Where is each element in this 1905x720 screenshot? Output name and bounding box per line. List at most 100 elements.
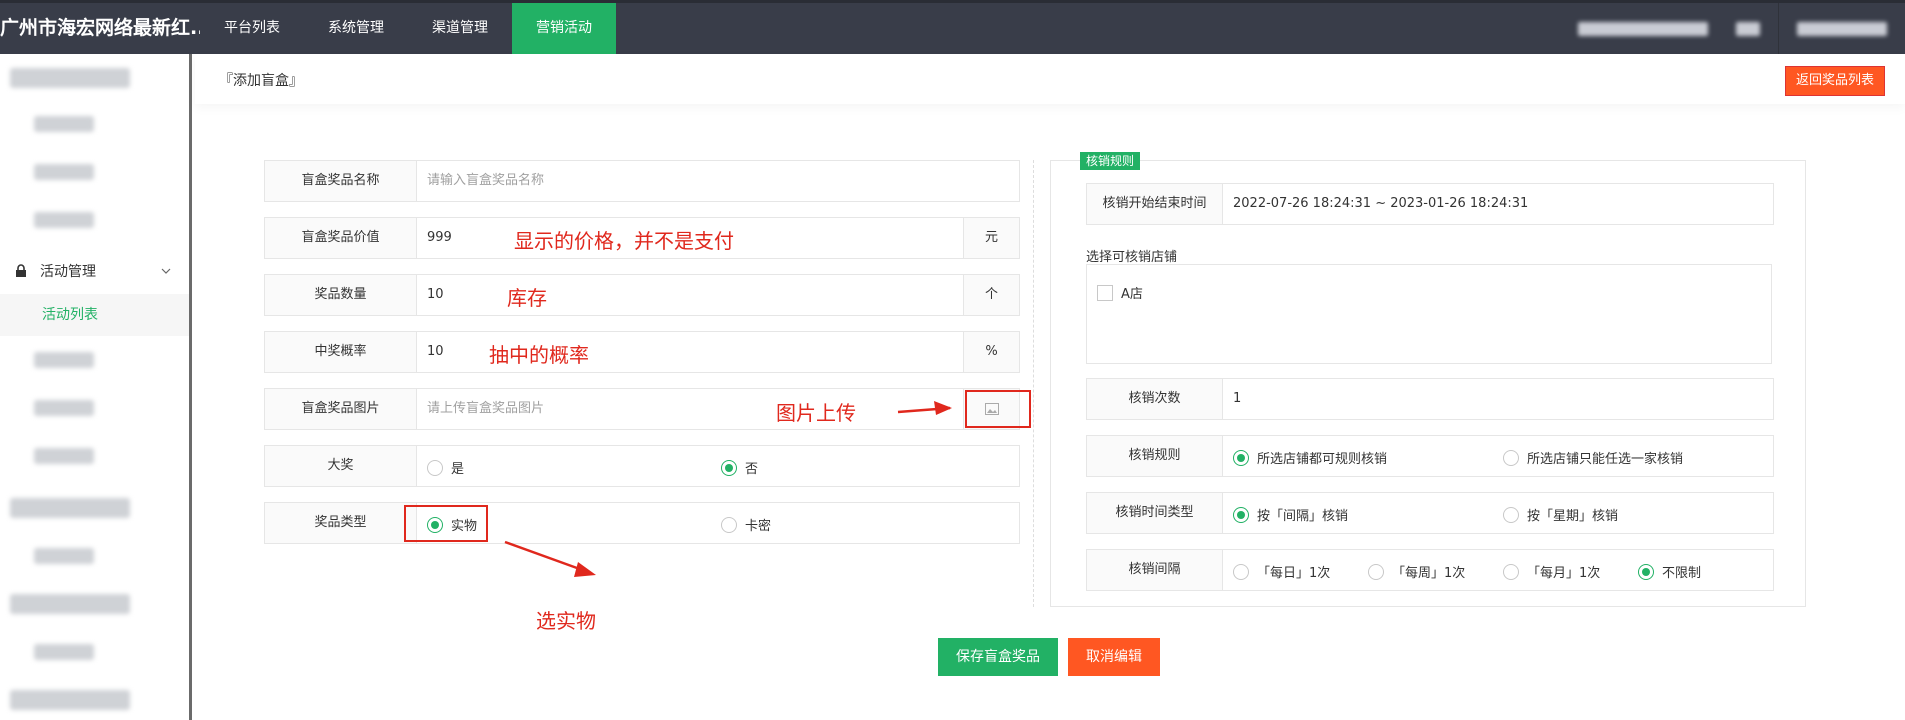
annotation-probability-note: 抽中的概率	[489, 343, 589, 367]
prize-price-label: 盲盒奖品价值	[265, 218, 417, 258]
radio-label: 「每月」1次	[1527, 566, 1601, 581]
redeem-rule-label: 核销规则	[1087, 436, 1223, 476]
blurred-user-menu[interactable]	[1797, 21, 1887, 36]
nav-platform-list[interactable]: 平台列表	[200, 3, 304, 54]
blurred-sidebar-item[interactable]	[34, 212, 94, 228]
prize-name-input[interactable]: 请输入盲盒奖品名称	[417, 161, 1019, 201]
blurred-sidebar-item[interactable]	[34, 400, 94, 416]
redeem-time-input[interactable]: 2022-07-26 18:24:31 ~ 2023-01-26 18:24:3…	[1223, 184, 1773, 224]
brand-title: 广州市海宏网络最新红...	[0, 17, 200, 39]
back-to-prize-list-button[interactable]: 返回奖品列表	[1784, 66, 1885, 96]
store-select-box: A店	[1086, 264, 1772, 364]
prize-quantity-row: 奖品数量 10 个	[264, 274, 1020, 316]
redeem-rule-radio-group: 所选店铺都可规则核销 所选店铺只能任选一家核销	[1223, 436, 1773, 476]
prize-image-input[interactable]: 请上传盲盒奖品图片	[417, 389, 963, 429]
top-navbar: 广州市海宏网络最新红... 平台列表 系统管理 渠道管理 营销活动	[0, 0, 1905, 54]
redeem-rule-row: 核销规则 所选店铺都可规则核销 所选店铺只能任选一家核销	[1086, 435, 1774, 477]
blurred-sidebar-item[interactable]	[34, 352, 94, 368]
nav-channel-management[interactable]: 渠道管理	[408, 3, 512, 54]
radio-circle	[1503, 506, 1519, 523]
radio-circle	[1503, 563, 1519, 580]
radio-label: 否	[745, 462, 759, 477]
radio-circle	[427, 459, 443, 476]
arrow-from-physical-head	[574, 562, 596, 577]
nav-marketing-activity[interactable]: 营销活动	[512, 3, 616, 54]
prize-type-label: 奖品类型	[265, 503, 417, 543]
win-probability-row: 中奖概率 10 %	[264, 331, 1020, 373]
quantity-unit: 个	[963, 275, 1019, 315]
redeem-count-label: 核销次数	[1087, 379, 1223, 419]
rule-all-stores-radio[interactable]: 所选店铺都可规则核销	[1233, 448, 1387, 467]
sidebar: 活动管理 活动列表	[0, 54, 192, 720]
radio-label: 按「星期」核销	[1527, 509, 1619, 524]
radio-label: 按「间隔」核销	[1257, 509, 1349, 524]
blurred-sidebar-item[interactable]	[10, 68, 130, 88]
redeem-time-type-row: 核销时间类型 按「间隔」核销 按「星期」核销	[1086, 492, 1774, 534]
chevron-down-icon	[161, 268, 171, 274]
redeem-interval-row: 核销间隔 「每日」1次 「每周」1次 「每月」1次 不限制	[1086, 549, 1774, 591]
rule-single-store-radio[interactable]: 所选店铺只能任选一家核销	[1503, 448, 1683, 467]
blurred-sidebar-item[interactable]	[34, 116, 94, 132]
win-probability-label: 中奖概率	[265, 332, 417, 372]
prize-quantity-label: 奖品数量	[265, 275, 417, 315]
radio-circle	[1233, 563, 1249, 580]
grand-prize-no-radio[interactable]: 否	[721, 458, 758, 477]
radio-label: 是	[451, 462, 465, 477]
redeem-count-input[interactable]: 1	[1223, 379, 1773, 419]
interval-monthly-radio[interactable]: 「每月」1次	[1503, 562, 1600, 581]
grand-prize-yes-radio[interactable]: 是	[427, 458, 464, 477]
store-a-checkbox[interactable]: A店	[1097, 283, 1143, 302]
sidebar-item-activity-list[interactable]: 活动列表	[0, 294, 189, 336]
annotation-stock-note: 库存	[507, 286, 547, 310]
radio-label: 不限制	[1662, 566, 1702, 581]
radio-circle-selected	[721, 459, 737, 476]
radio-circle	[1368, 563, 1384, 580]
top-nav: 平台列表 系统管理 渠道管理 营销活动	[200, 3, 616, 54]
blurred-sidebar-item[interactable]	[10, 498, 130, 518]
page-header: 『添加盲盒』 返回奖品列表	[195, 54, 1905, 104]
radio-circle-selected	[1233, 506, 1249, 523]
blurred-sidebar-item[interactable]	[10, 594, 130, 614]
radio-circle-selected	[1638, 563, 1654, 580]
highlight-upload-box	[965, 390, 1031, 428]
sidebar-group-activity-management[interactable]: 活动管理	[0, 250, 189, 292]
grand-prize-radio-group: 是 否	[417, 446, 1019, 486]
nav-system-management[interactable]: 系统管理	[304, 3, 408, 54]
blurred-sidebar-item[interactable]	[10, 690, 130, 710]
blurred-sidebar-item[interactable]	[34, 548, 94, 564]
radio-label: 「每周」1次	[1392, 566, 1466, 581]
cancel-edit-button[interactable]: 取消编辑	[1068, 638, 1160, 676]
redeem-interval-label: 核销间隔	[1087, 550, 1223, 590]
radio-label: 所选店铺只能任选一家核销	[1527, 452, 1684, 467]
prize-type-radio-group: 实物 卡密	[417, 503, 1019, 543]
prize-quantity-input[interactable]: 10	[417, 275, 963, 315]
store-select-label: 选择可核销店铺	[1086, 250, 1178, 265]
blurred-sidebar-item[interactable]	[34, 448, 94, 464]
interval-daily-radio[interactable]: 「每日」1次	[1233, 562, 1330, 581]
redeem-interval-radio-group: 「每日」1次 「每周」1次 「每月」1次 不限制	[1223, 550, 1773, 590]
grand-prize-row: 大奖 是 否	[264, 445, 1020, 487]
blurred-user-info	[1736, 21, 1760, 36]
prize-name-label: 盲盒奖品名称	[265, 161, 417, 201]
grand-prize-label: 大奖	[265, 446, 417, 486]
blurred-sidebar-item[interactable]	[34, 164, 94, 180]
divider	[1778, 3, 1779, 54]
prize-name-row: 盲盒奖品名称 请输入盲盒奖品名称	[264, 160, 1020, 202]
prize-image-label: 盲盒奖品图片	[265, 389, 417, 429]
annotation-price-note: 显示的价格，并不是支付	[514, 229, 734, 253]
checkbox-label: A店	[1121, 287, 1143, 302]
time-type-weekday-radio[interactable]: 按「星期」核销	[1503, 505, 1618, 524]
top-right-user-area	[1578, 3, 1905, 54]
save-prize-button[interactable]: 保存盲盒奖品	[938, 638, 1058, 676]
interval-unlimited-radio[interactable]: 不限制	[1638, 562, 1701, 581]
interval-weekly-radio[interactable]: 「每周」1次	[1368, 562, 1465, 581]
redeem-time-label: 核销开始结束时间	[1087, 184, 1223, 224]
redeem-time-type-label: 核销时间类型	[1087, 493, 1223, 533]
breadcrumb: 『添加盲盒』	[219, 73, 303, 89]
divider	[1033, 160, 1034, 607]
blurred-sidebar-item[interactable]	[34, 644, 94, 660]
prize-type-card-radio[interactable]: 卡密	[721, 515, 771, 534]
blurred-user-info[interactable]	[1578, 21, 1708, 36]
time-type-interval-radio[interactable]: 按「间隔」核销	[1233, 505, 1348, 524]
price-unit: 元	[963, 218, 1019, 258]
